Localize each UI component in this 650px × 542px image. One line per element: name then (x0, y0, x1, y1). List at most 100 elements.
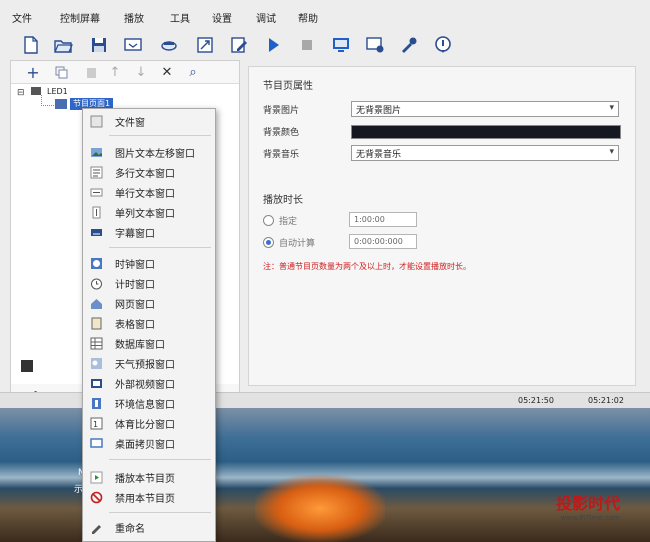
menu-item-label: 禁用本节目页 (115, 493, 175, 505)
multiline-text-icon (90, 166, 103, 179)
new-file-icon[interactable] (18, 32, 44, 58)
menu-item-clock[interactable]: 时钟窗口 (83, 253, 215, 273)
play-page-icon (90, 471, 103, 484)
copy-icon[interactable] (53, 64, 69, 80)
menu-item-disable-page[interactable]: 禁用本节目页 (83, 487, 215, 507)
auto-radio[interactable] (263, 237, 274, 248)
subtitle-icon (90, 226, 103, 239)
database-icon (90, 337, 103, 350)
image-text-icon (90, 146, 103, 159)
menu-item-file-window[interactable]: 文件窗 (83, 111, 215, 131)
watermark: 投影时代 www.PjTime.com (556, 490, 620, 522)
clock-icon (90, 257, 103, 270)
menu-item-label: 文件窗 (115, 117, 145, 129)
add-icon[interactable]: + (25, 63, 41, 82)
file-window-icon (90, 115, 103, 128)
search-icon[interactable]: ⌕ (185, 64, 201, 80)
single-column-text-icon (90, 206, 103, 219)
menu-item-single-column-text[interactable]: 单列文本窗口 (83, 202, 215, 222)
menu-item-environment[interactable]: 环境信息窗口 (83, 393, 215, 413)
timer-icon (90, 277, 103, 290)
menu-item-desktop-copy[interactable]: 桌面拷贝窗口 (83, 433, 215, 453)
menu-help[interactable]: 帮助 (298, 6, 318, 25)
settings-screen-icon[interactable] (362, 32, 388, 58)
menu-separator (109, 459, 211, 460)
bg-image-select[interactable]: 无背景图片 ▾ (351, 101, 619, 117)
menu-item-label: 图片文本左移窗口 (115, 148, 195, 160)
resize-icon[interactable] (192, 32, 218, 58)
menu-item-label: 单列文本窗口 (115, 208, 175, 220)
menu-item-sports[interactable]: 1 体育比分窗口 (83, 413, 215, 433)
menu-item-play-page[interactable]: 播放本节目页 (83, 467, 215, 487)
chevron-down-icon: ▾ (609, 103, 614, 113)
menu-item-label: 体育比分窗口 (115, 419, 175, 431)
tree-connector (41, 95, 54, 106)
save-icon[interactable] (86, 32, 112, 58)
specify-label: 指定 (279, 217, 298, 227)
move-up-icon[interactable]: ↑ (107, 64, 123, 80)
move-down-icon[interactable]: ↓ (133, 64, 149, 80)
table-icon (90, 317, 103, 330)
menu-play[interactable]: 播放 (124, 6, 144, 25)
image-tool-icon[interactable] (21, 360, 33, 372)
menu-item-database[interactable]: 数据库窗口 (83, 333, 215, 353)
led-screen-icon (31, 87, 41, 95)
menu-tools[interactable]: 工具 (170, 6, 190, 25)
specify-radio[interactable] (263, 215, 274, 226)
menu-item-label: 计时窗口 (115, 279, 155, 291)
cloud-icon[interactable] (156, 32, 182, 58)
menu-item-rename[interactable]: 重命名 (83, 517, 215, 537)
menu-item-web[interactable]: 网页窗口 (83, 293, 215, 313)
tools-icon[interactable] (396, 32, 422, 58)
stop-icon[interactable] (294, 32, 320, 58)
duration-title: 播放时长 (263, 195, 303, 206)
menu-settings[interactable]: 设置 (212, 6, 232, 25)
play-icon[interactable] (260, 32, 286, 58)
menu-item-video[interactable]: 外部视频窗口 (83, 373, 215, 393)
paste-icon[interactable] (83, 64, 99, 80)
specify-time-input[interactable]: 1:00:00 (349, 212, 417, 227)
delete-icon[interactable]: ✕ (159, 64, 175, 80)
monitor-icon[interactable] (328, 32, 354, 58)
tree-expand-icon[interactable]: ⊟ (17, 88, 25, 98)
menu-item-label: 字幕窗口 (115, 228, 155, 240)
menu-debug[interactable]: 调试 (256, 6, 276, 25)
menu-item-label: 表格窗口 (115, 319, 155, 331)
menu-item-label: 天气预报窗口 (115, 359, 175, 371)
info-icon[interactable] (430, 32, 456, 58)
menu-file[interactable]: 文件 (12, 6, 32, 25)
menu-item-label: 多行文本窗口 (115, 168, 175, 180)
edit-icon[interactable] (226, 32, 252, 58)
video-icon (90, 377, 103, 390)
svg-text:1: 1 (93, 420, 98, 429)
menu-item-subtitle[interactable]: 字幕窗口 (83, 222, 215, 242)
status-time-1: 05:21:50 (518, 396, 554, 405)
menu-item-image-text[interactable]: 图片文本左移窗口 (83, 142, 215, 162)
bg-image-value: 无背景图片 (356, 106, 402, 116)
status-time-2: 05:21:02 (588, 396, 624, 405)
bg-color-swatch[interactable] (351, 125, 621, 139)
menu-item-multiline-text[interactable]: 多行文本窗口 (83, 162, 215, 182)
menu-item-label: 单行文本窗口 (115, 188, 175, 200)
tree-toolbar: + ↑ ↓ ✕ ⌕ (11, 61, 239, 83)
auto-time-input: 0:00:00:000 (349, 234, 417, 249)
weather-icon (90, 357, 103, 370)
menubar: 文件 控制屏幕 播放 工具 设置 调试 帮助 (0, 6, 650, 28)
watermark-url: www.PjTime.com (560, 514, 620, 522)
menu-control-screen[interactable]: 控制屏幕 (60, 6, 100, 25)
toolbar (14, 32, 634, 60)
screen-icon[interactable] (120, 32, 146, 58)
menu-separator (109, 135, 211, 136)
menu-item-timer[interactable]: 计时窗口 (83, 273, 215, 293)
menu-item-label: 环境信息窗口 (115, 399, 175, 411)
disable-icon (90, 491, 103, 504)
menu-item-single-line-text[interactable]: 单行文本窗口 (83, 182, 215, 202)
environment-icon (90, 397, 103, 410)
page-icon (55, 99, 67, 109)
desktop-copy-icon (90, 437, 103, 450)
bg-music-select[interactable]: 无背景音乐 ▾ (351, 145, 619, 161)
web-icon (90, 297, 103, 310)
open-folder-icon[interactable] (50, 32, 76, 58)
menu-item-table[interactable]: 表格窗口 (83, 313, 215, 333)
menu-item-weather[interactable]: 天气预报窗口 (83, 353, 215, 373)
